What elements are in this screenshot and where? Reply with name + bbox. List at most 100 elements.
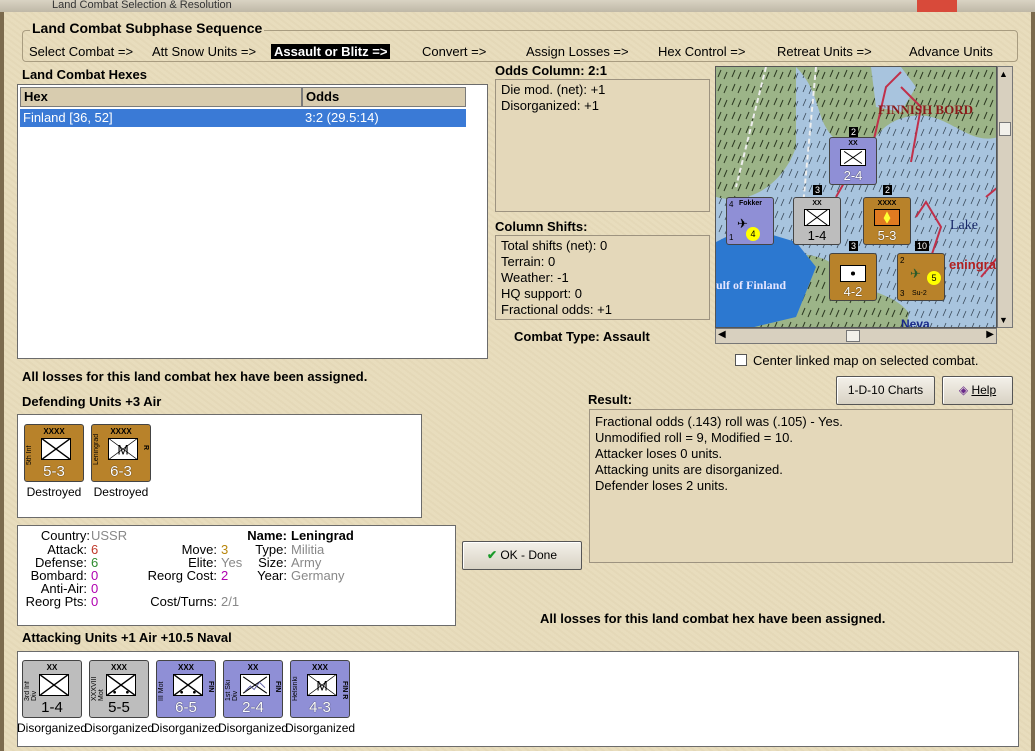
unit-strength: 5-5 bbox=[108, 699, 130, 716]
scroll-right-icon[interactable]: ▶ bbox=[986, 329, 994, 340]
costturns-label: Cost/Turns: bbox=[150, 594, 217, 609]
country-label: Country: bbox=[40, 528, 90, 543]
defending-unit-counter[interactable]: XXXX 5th Inf 5-3 bbox=[24, 424, 84, 482]
militia-icon: M bbox=[307, 674, 337, 696]
odds-column-panel: Die mod. (net): +1 Disorganized: +1 bbox=[495, 79, 710, 212]
infantry-icon bbox=[804, 209, 830, 226]
attacking-unit-counter[interactable]: XX 1st Ski Div FIN 2-4 bbox=[223, 660, 283, 718]
column-shifts-title: Column Shifts: bbox=[495, 219, 588, 234]
unit-name: III Mot bbox=[158, 681, 165, 701]
col-odds[interactable]: Odds bbox=[302, 87, 466, 107]
row-hex: Finland [36, 52] bbox=[23, 110, 113, 125]
odds-line: Die mod. (net): +1 bbox=[501, 82, 606, 97]
result-panel: Fractional odds (.143) roll was (.105) -… bbox=[589, 409, 1013, 563]
col-hex[interactable]: Hex bbox=[20, 87, 302, 107]
odds-line: Disorganized: +1 bbox=[501, 98, 599, 113]
attacking-unit-counter[interactable]: XXX XXXVIII Mot 5-5 bbox=[89, 660, 149, 718]
seq-step-select-combat[interactable]: Select Combat => bbox=[29, 44, 133, 59]
help-button[interactable]: ◈ Help bbox=[942, 376, 1013, 405]
attacking-unit-counter[interactable]: XX 3rd Inf Div 1-4 bbox=[22, 660, 82, 718]
unit-size: XXXX bbox=[43, 427, 65, 436]
map-scrollbar-vertical[interactable]: ▲ ▼ bbox=[997, 66, 1013, 328]
map-label: ulf of Finland bbox=[716, 278, 786, 292]
map-counter[interactable]: XX 1-4 bbox=[793, 197, 841, 245]
stack-count: 10 bbox=[915, 241, 930, 251]
defending-unit-counter[interactable]: XXXX Leningrad R M 6-3 bbox=[91, 424, 151, 482]
seq-step-att-snow-units[interactable]: Att Snow Units => bbox=[152, 44, 256, 59]
map-counter[interactable]: XXXX 5-3 bbox=[863, 197, 911, 245]
result-line: Attacking units are disorganized. bbox=[595, 462, 783, 477]
infantry-icon bbox=[39, 674, 69, 696]
shift-line: Total shifts (net): 0 bbox=[501, 238, 608, 253]
unit-name: 5th Inf bbox=[26, 445, 33, 465]
scroll-down-icon[interactable]: ▼ bbox=[999, 315, 1008, 325]
map-scrollbar-horizontal[interactable]: ◀ ▶ bbox=[715, 328, 997, 344]
unit-tag: FIN bbox=[207, 681, 214, 693]
losses-message-2: All losses for this land combat hex have… bbox=[540, 611, 886, 626]
hq-icon bbox=[840, 265, 866, 282]
column-shifts-panel: Total shifts (net): 0 Terrain: 0 Weather… bbox=[495, 235, 710, 320]
hexes-title: Land Combat Hexes bbox=[22, 67, 147, 82]
center-map-checkbox[interactable] bbox=[735, 354, 747, 366]
unit-size: XXX bbox=[311, 663, 328, 672]
motorized-icon bbox=[106, 674, 136, 696]
seq-step-assign-losses[interactable]: Assign Losses => bbox=[526, 44, 629, 59]
reorgpts-label: Reorg Pts: bbox=[25, 594, 87, 609]
close-button[interactable] bbox=[917, 0, 957, 12]
air-badge: 5 bbox=[927, 271, 941, 285]
stack-count: 3 bbox=[813, 185, 823, 195]
name-value: Leningrad bbox=[291, 528, 354, 543]
row-odds: 3:2 (29.5:14) bbox=[305, 110, 379, 125]
map-counter[interactable]: XX 2-4 bbox=[829, 137, 877, 185]
sequence-title: Land Combat Subphase Sequence bbox=[30, 20, 265, 36]
help-icon: ◈ bbox=[958, 383, 972, 397]
reorgcost-label: Reorg Cost: bbox=[147, 568, 217, 583]
svg-text:M: M bbox=[117, 442, 128, 457]
checkmark-icon: ✔ bbox=[486, 548, 501, 562]
map-label: Neva bbox=[901, 317, 930, 328]
unit-status: Disorganized bbox=[218, 721, 289, 735]
reorgcost-value: 2 bbox=[221, 568, 229, 583]
unit-name: Leningrad bbox=[93, 433, 100, 465]
seq-step-convert[interactable]: Convert => bbox=[422, 44, 486, 59]
shift-line: HQ support: 0 bbox=[501, 286, 582, 301]
attacking-unit-counter[interactable]: XXX Helsinki FIN R M 4-3 bbox=[290, 660, 350, 718]
result-line: Defender loses 2 units. bbox=[595, 478, 728, 493]
unit-name: 3rd Inf Div bbox=[24, 681, 38, 701]
seq-step-retreat-units[interactable]: Retreat Units => bbox=[777, 44, 872, 59]
hexes-table: Hex Odds Finland [36, 52] 3:2 (29.5:14) bbox=[17, 84, 488, 359]
stack-count: 2 bbox=[883, 185, 893, 195]
map-counter[interactable]: 4-2 bbox=[829, 253, 877, 301]
scroll-left-icon[interactable]: ◀ bbox=[718, 329, 726, 340]
unit-status: Disorganized bbox=[17, 721, 88, 735]
ok-label: OK - Done bbox=[500, 548, 558, 562]
map-label: FINNISH BORD bbox=[878, 102, 973, 117]
ski-icon bbox=[240, 674, 270, 696]
infantry-icon bbox=[41, 438, 71, 460]
fire-icon bbox=[874, 209, 900, 226]
unit-status: Destroyed bbox=[93, 485, 149, 499]
plane-icon: ✈ bbox=[737, 216, 748, 231]
ok-done-button[interactable]: ✔ OK - Done bbox=[462, 541, 582, 570]
attacking-title: Attacking Units +1 Air +10.5 Naval bbox=[22, 630, 232, 645]
map-label: Lake bbox=[950, 218, 978, 233]
charts-button[interactable]: 1-D-10 Charts bbox=[836, 376, 935, 405]
result-line: Fractional odds (.143) roll was (.105) -… bbox=[595, 414, 843, 429]
mini-map[interactable]: FINNISH BORD Lake eningra ulf of Finland… bbox=[715, 66, 997, 328]
seq-step-advance-units[interactable]: Advance Units bbox=[909, 44, 993, 59]
scroll-thumb[interactable] bbox=[846, 330, 860, 342]
odds-column-title: Odds Column: 2:1 bbox=[495, 63, 607, 78]
unit-name: XXXVIII Mot bbox=[91, 676, 105, 701]
unit-strength: 5-3 bbox=[43, 463, 65, 480]
table-row[interactable]: Finland [36, 52] 3:2 (29.5:14) bbox=[20, 109, 466, 127]
attacking-unit-counter[interactable]: XXX III Mot FIN 6-5 bbox=[156, 660, 216, 718]
defending-title: Defending Units +3 Air bbox=[22, 394, 162, 409]
map-air-unit[interactable]: 2 3 Su-2 5 ✈ bbox=[897, 253, 945, 301]
seq-step-hex-control[interactable]: Hex Control => bbox=[658, 44, 745, 59]
map-air-unit[interactable]: Fokker 4 1 4 ✈ bbox=[726, 197, 774, 245]
seq-step-assault-or-blitz[interactable]: Assault or Blitz => bbox=[271, 44, 391, 59]
unit-tag: FIN bbox=[274, 681, 281, 693]
scroll-up-icon[interactable]: ▲ bbox=[999, 69, 1008, 79]
window-title: Land Combat Selection & Resolution bbox=[52, 0, 232, 11]
scroll-thumb[interactable] bbox=[999, 122, 1011, 136]
